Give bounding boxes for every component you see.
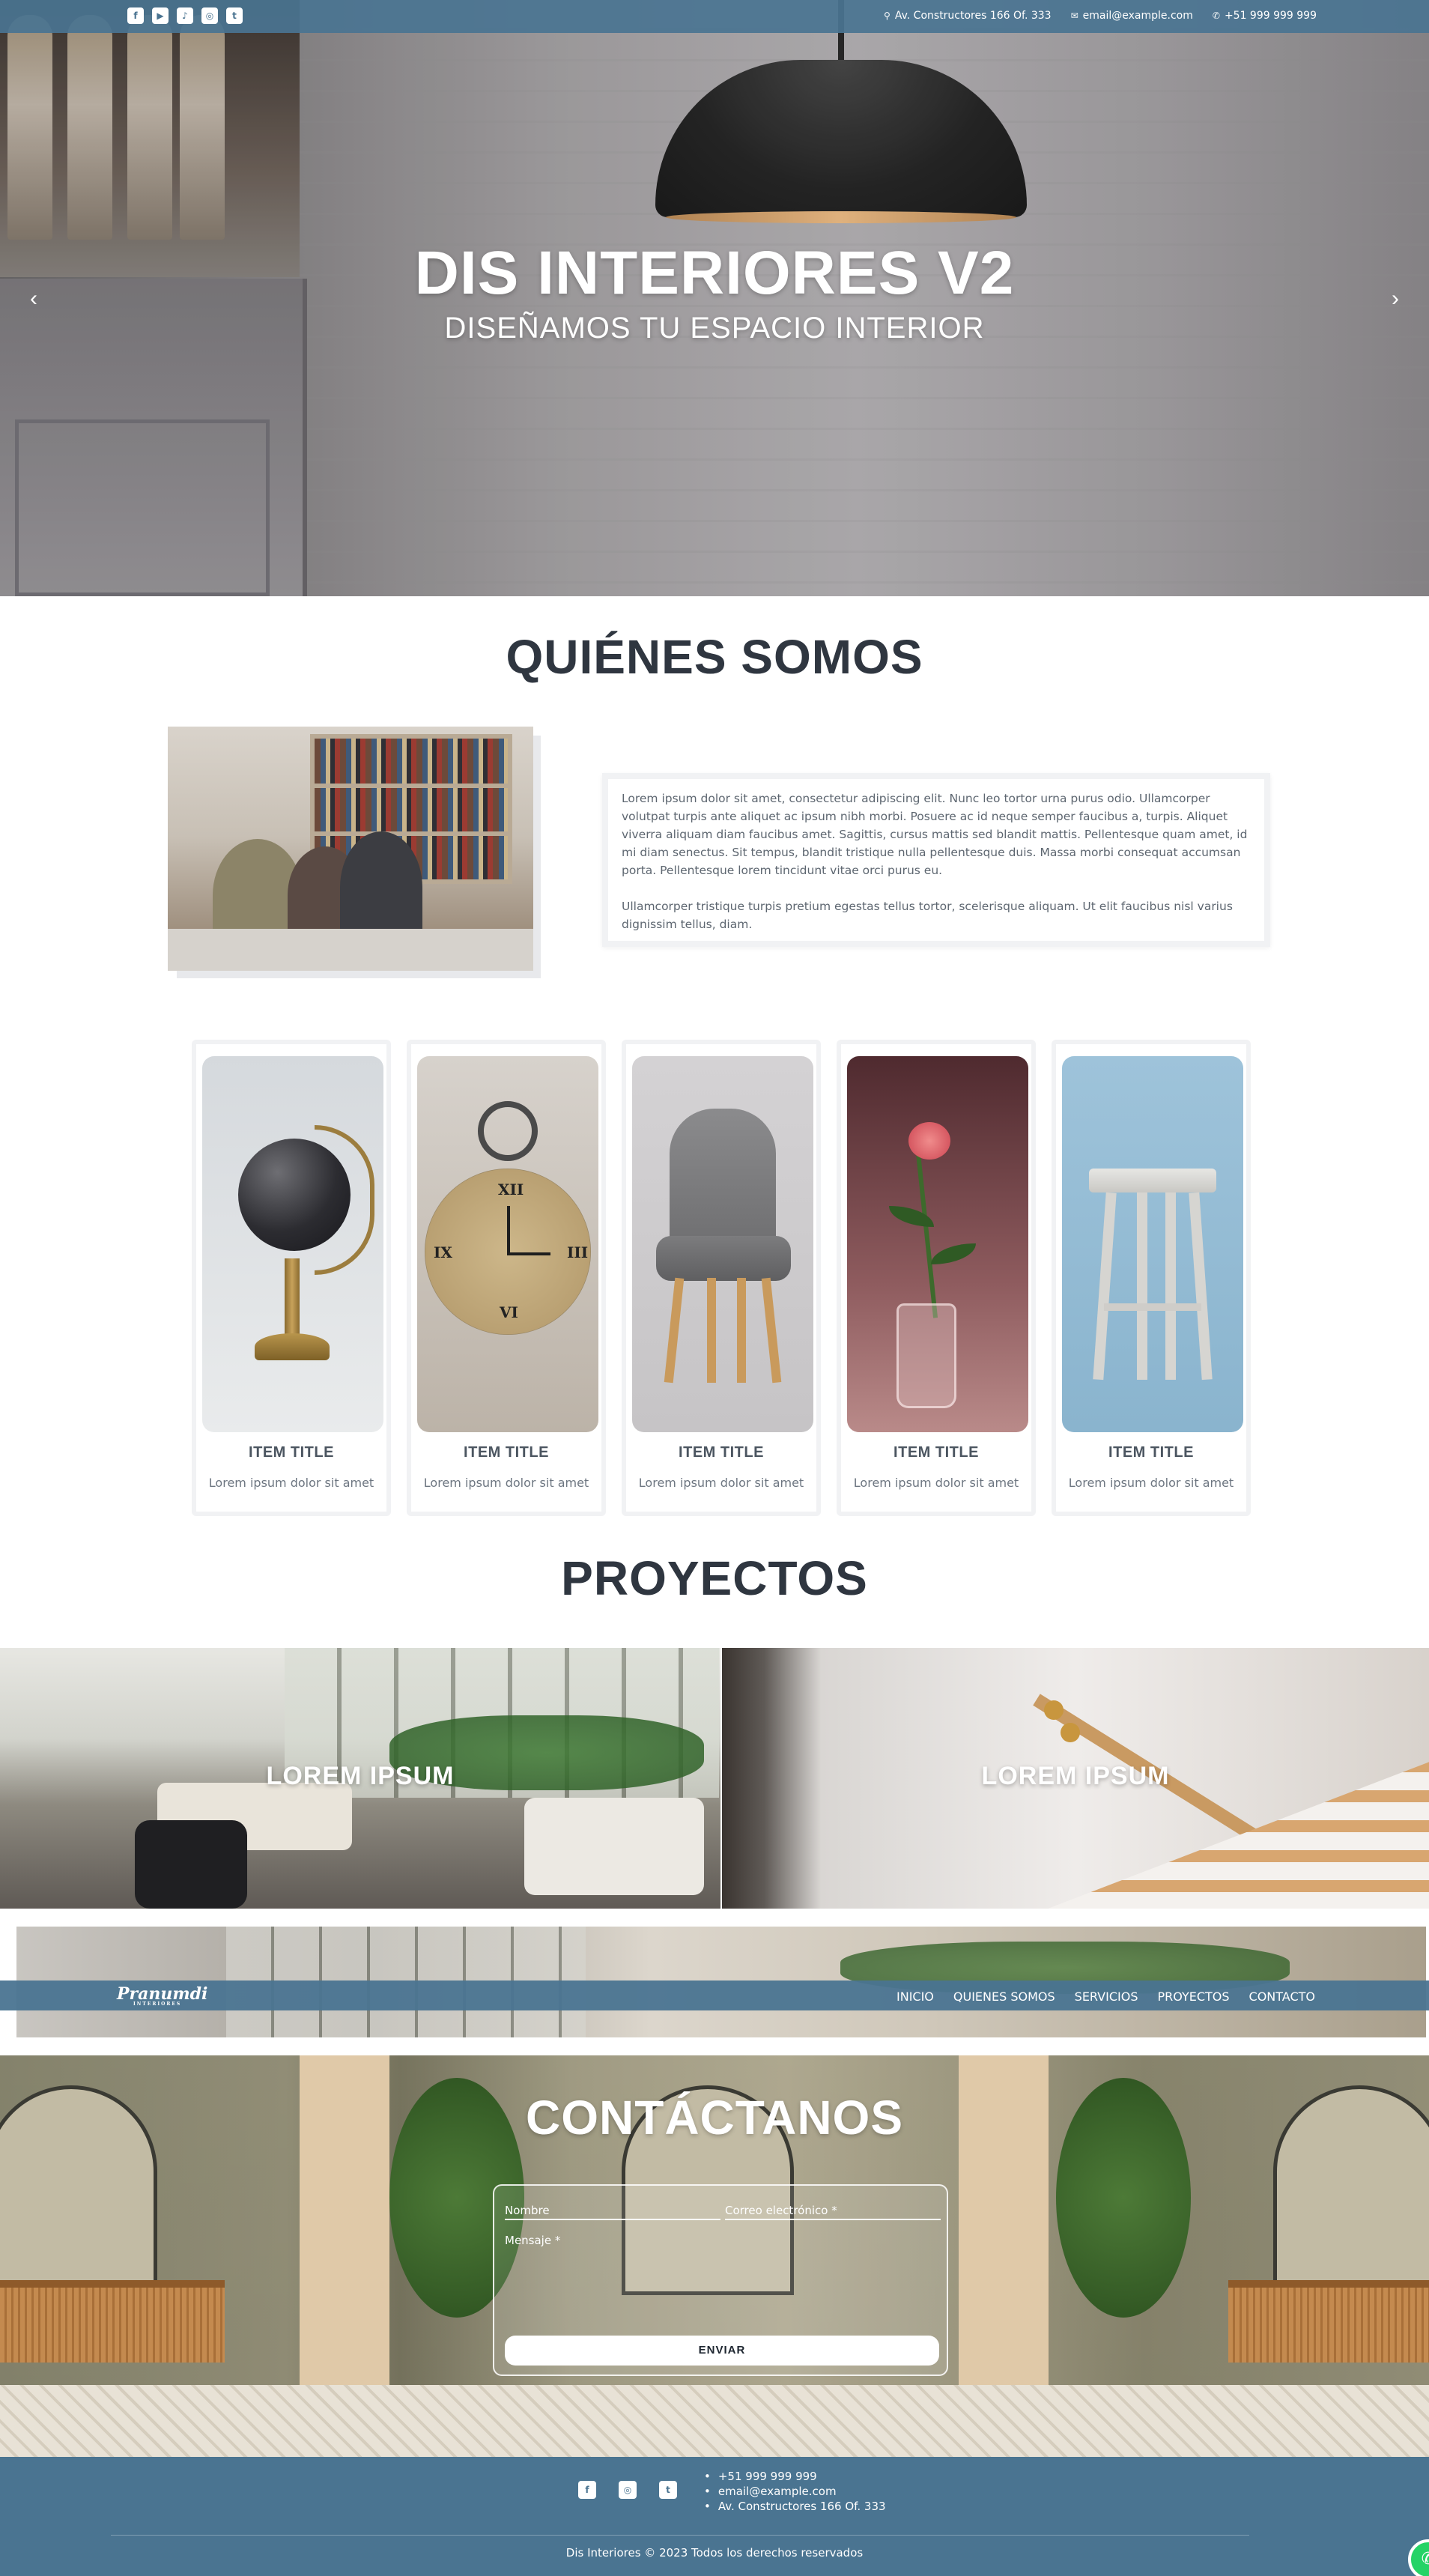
item-text: Lorem ipsum dolor sit amet bbox=[1068, 1476, 1234, 1490]
footer-social-links: f ◎ t bbox=[578, 2481, 677, 2499]
project-tile[interactable]: LOREM IPSUM bbox=[722, 1648, 1429, 1909]
instagram-icon[interactable]: ◎ bbox=[201, 7, 218, 24]
nav-menu: INICIO QUIENES SOMOS SERVICIOS PROYECTOS… bbox=[896, 1989, 1315, 2004]
project-tile[interactable]: LOREM IPSUM bbox=[0, 1648, 720, 1909]
item-title: ITEM TITLE bbox=[893, 1444, 979, 1461]
rose-image bbox=[847, 1056, 1028, 1432]
top-contact-info: ⚲ Av. Constructores 166 Of. 333 ✉ email@ex… bbox=[884, 10, 1317, 22]
team-photo bbox=[168, 727, 533, 971]
top-bar: f ▶ ♪ ◎ t ⚲ Av. Constructores 166 Of. 333… bbox=[0, 0, 1429, 33]
about-title: QUIÉNES SOMOS bbox=[506, 630, 923, 684]
facebook-icon[interactable]: f bbox=[127, 7, 144, 24]
top-phone[interactable]: ✆ +51 999 999 999 bbox=[1213, 10, 1317, 22]
footer-email[interactable]: email@example.com bbox=[704, 2484, 886, 2499]
alarm-clock-image: XII III VI IX bbox=[417, 1056, 598, 1432]
item-text: Lorem ipsum dolor sit amet bbox=[638, 1476, 804, 1490]
submit-button[interactable]: ENVIAR bbox=[505, 2336, 939, 2366]
mail-icon: ✉ bbox=[1070, 10, 1078, 21]
item-text: Lorem ipsum dolor sit amet bbox=[208, 1476, 374, 1490]
item-text: Lorem ipsum dolor sit amet bbox=[423, 1476, 589, 1490]
footer-address: Av. Constructores 166 Of. 333 bbox=[704, 2499, 886, 2514]
about-text-box: Lorem ipsum dolor sit amet, consectetur … bbox=[602, 773, 1270, 947]
hero-subtitle: DISEÑAMOS TU ESPACIO INTERIOR bbox=[444, 312, 985, 345]
footer-divider bbox=[111, 2535, 1249, 2536]
instagram-icon[interactable]: ◎ bbox=[619, 2481, 637, 2499]
twitter-icon[interactable]: t bbox=[226, 7, 243, 24]
location-icon: ⚲ bbox=[884, 10, 891, 21]
twitter-icon[interactable]: t bbox=[659, 2481, 677, 2499]
footer-phone[interactable]: +51 999 999 999 bbox=[704, 2469, 886, 2484]
item-card[interactable]: ITEM TITLE Lorem ipsum dolor sit amet bbox=[192, 1040, 391, 1516]
contact-form: Nombre Correo electrónico * Mensaje * EN… bbox=[493, 2184, 948, 2376]
project-tile-label: LOREM IPSUM bbox=[266, 1762, 455, 1790]
nav-item-servicios[interactable]: SERVICIOS bbox=[1075, 1989, 1138, 2004]
project-tile-label: LOREM IPSUM bbox=[981, 1762, 1170, 1790]
slider-prev-arrow-icon[interactable]: ‹ bbox=[22, 286, 45, 316]
footer-contact-list: +51 999 999 999 email@example.com Av. Co… bbox=[704, 2469, 886, 2514]
hero-title: DIS INTERIORES V2 bbox=[414, 239, 1015, 307]
name-field[interactable]: Nombre bbox=[505, 2199, 720, 2220]
item-title: ITEM TITLE bbox=[1108, 1444, 1194, 1461]
top-address: ⚲ Av. Constructores 166 Of. 333 bbox=[884, 10, 1052, 22]
item-title: ITEM TITLE bbox=[464, 1444, 549, 1461]
item-card[interactable]: XII III VI IX ITEM TITLE Lorem ipsum dol… bbox=[407, 1040, 606, 1516]
item-title: ITEM TITLE bbox=[249, 1444, 334, 1461]
hero-slider: DIS INTERIORES V2 DISEÑAMOS TU ESPACIO I… bbox=[0, 0, 1429, 596]
site-logo[interactable]: Pranumdi INTERIORES bbox=[117, 1984, 207, 2007]
item-card[interactable]: ITEM TITLE Lorem ipsum dolor sit amet bbox=[622, 1040, 821, 1516]
email-field[interactable]: Correo electrónico * bbox=[725, 2199, 941, 2220]
about-paragraph-1: Lorem ipsum dolor sit amet, consectetur … bbox=[622, 792, 1248, 877]
item-card[interactable]: ITEM TITLE Lorem ipsum dolor sit amet bbox=[1052, 1040, 1251, 1516]
contact-title: CONTÁCTANOS bbox=[526, 2091, 903, 2145]
facebook-icon[interactable]: f bbox=[578, 2481, 596, 2499]
about-paragraph-2: Ullamcorper tristique turpis pretium ege… bbox=[622, 900, 1233, 931]
slider-next-arrow-icon[interactable]: › bbox=[1384, 286, 1407, 316]
projects-title: PROYECTOS bbox=[561, 1551, 868, 1605]
nav-item-quienes-somos[interactable]: QUIENES SOMOS bbox=[953, 1989, 1055, 2004]
footer-copyright: Dis Interiores © 2023 Todos los derechos… bbox=[565, 2546, 864, 2560]
footer: f ◎ t +51 999 999 999 email@example.com … bbox=[0, 2457, 1429, 2576]
top-social-links: f ▶ ♪ ◎ t bbox=[127, 7, 243, 24]
nav-item-proyectos[interactable]: PROYECTOS bbox=[1157, 1989, 1229, 2004]
youtube-icon[interactable]: ▶ bbox=[152, 7, 169, 24]
tiktok-icon[interactable]: ♪ bbox=[177, 7, 193, 24]
globe-image bbox=[202, 1056, 383, 1432]
chair-image bbox=[632, 1056, 813, 1432]
item-card[interactable]: ITEM TITLE Lorem ipsum dolor sit amet bbox=[837, 1040, 1036, 1516]
top-email[interactable]: ✉ email@example.com bbox=[1071, 10, 1193, 22]
item-text: Lorem ipsum dolor sit amet bbox=[853, 1476, 1019, 1490]
main-nav: Pranumdi INTERIORES INICIO QUIENES SOMOS… bbox=[0, 1981, 1429, 2010]
item-title: ITEM TITLE bbox=[679, 1444, 764, 1461]
nav-item-contacto[interactable]: CONTACTO bbox=[1249, 1989, 1315, 2004]
message-field[interactable]: Mensaje * bbox=[505, 2231, 939, 2306]
phone-icon: ✆ bbox=[1212, 10, 1220, 21]
nav-item-inicio[interactable]: INICIO bbox=[896, 1989, 934, 2004]
stool-image bbox=[1062, 1056, 1243, 1432]
